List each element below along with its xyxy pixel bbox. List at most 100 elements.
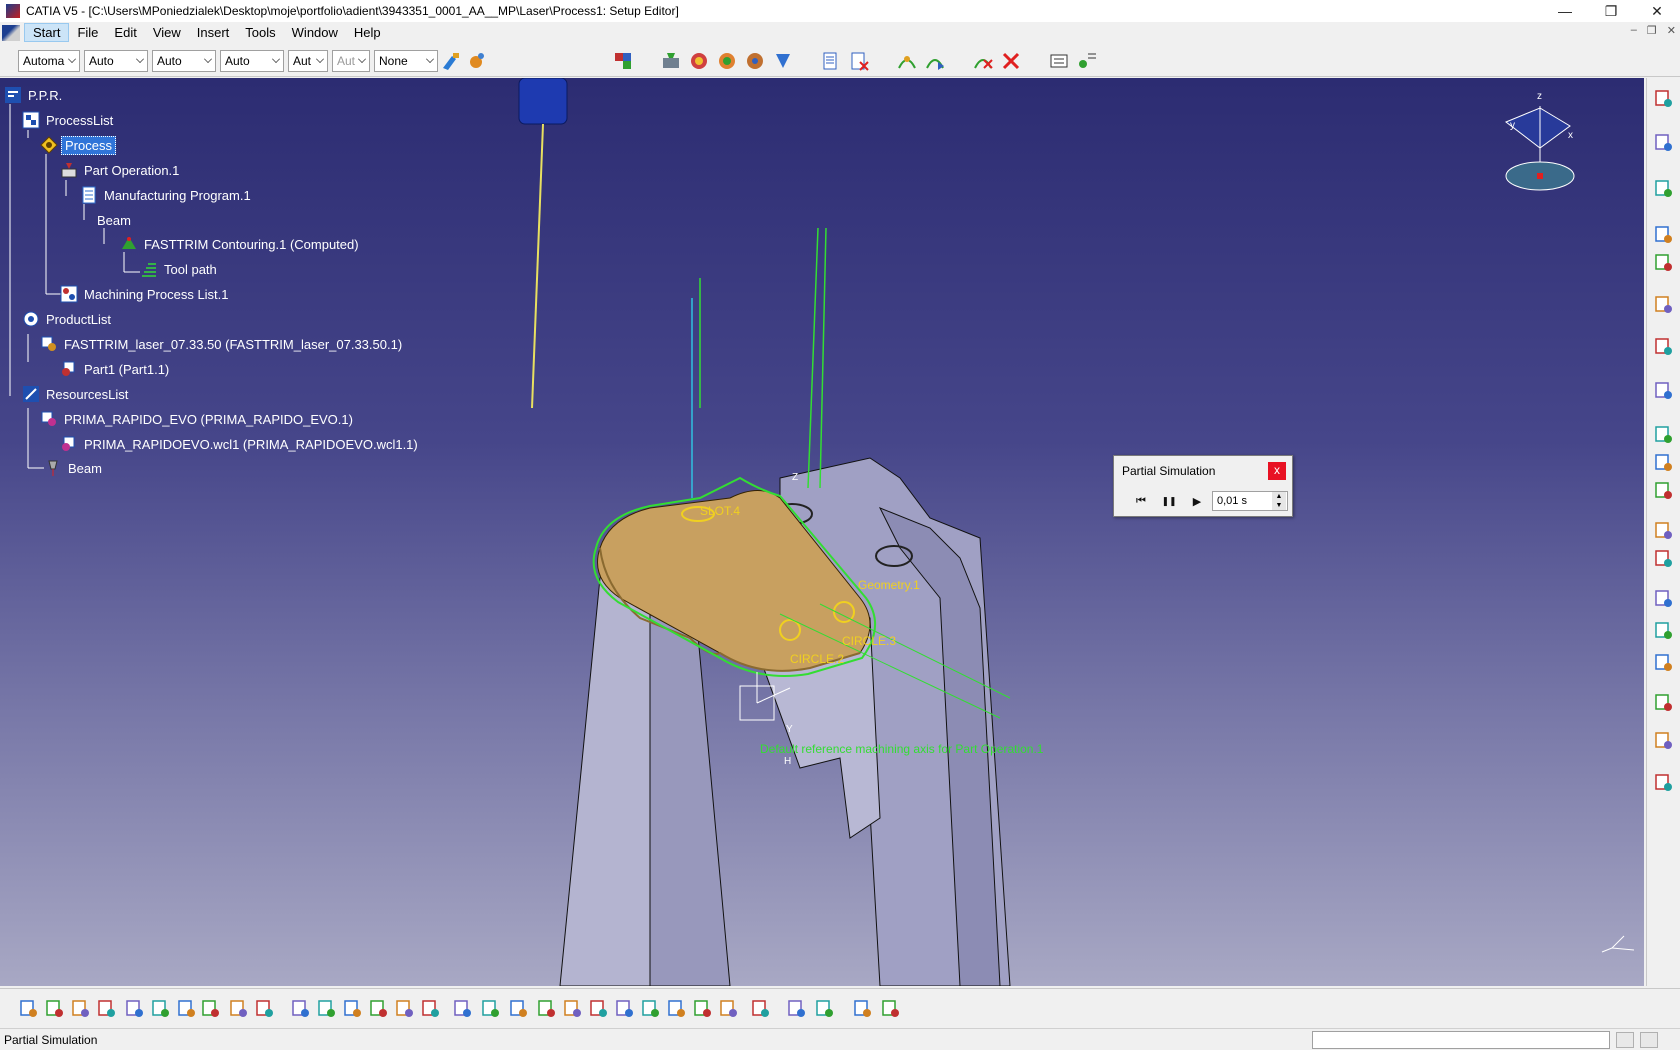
new-icon[interactable] xyxy=(18,998,40,1020)
point-type-combo[interactable]: Aut xyxy=(288,50,328,72)
ops-icon[interactable] xyxy=(1653,224,1675,246)
save-icon[interactable] xyxy=(70,998,92,1020)
tree-node-processlist[interactable]: ProcessList xyxy=(22,110,116,130)
tree-node-prima-rapido-evo[interactable]: PRIMA_RAPIDO_EVO (PRIMA_RAPIDO_EVO.1) xyxy=(40,409,356,429)
lock-icon[interactable] xyxy=(394,998,416,1020)
remove-tool-path-icon[interactable] xyxy=(972,50,994,72)
minimize-button[interactable]: — xyxy=(1542,0,1588,22)
tree-node-manufacturing-program[interactable]: Manufacturing Program.1 xyxy=(80,185,254,205)
partial-simulation-close-button[interactable]: x xyxy=(1268,462,1286,480)
menu-help[interactable]: Help xyxy=(346,24,389,41)
compare-icon[interactable] xyxy=(1653,692,1675,714)
rotate-icon[interactable] xyxy=(536,998,558,1020)
spinner-down-button[interactable]: ▼ xyxy=(1272,501,1286,510)
tool-change-icon[interactable] xyxy=(772,50,794,72)
iso-view-icon[interactable] xyxy=(666,998,688,1020)
machining-op-icon-1[interactable] xyxy=(660,50,682,72)
machining-op-icon-3[interactable] xyxy=(716,50,738,72)
tree-node-tool-path[interactable]: Tool path xyxy=(140,259,220,279)
color-combo[interactable]: Automa xyxy=(18,50,80,72)
line-thickness-combo[interactable]: Auto xyxy=(152,50,216,72)
transparency-combo[interactable]: Auto xyxy=(84,50,148,72)
mdi-minimize-button[interactable]: – xyxy=(1631,24,1637,37)
tree-node-fasttrim-contouring[interactable]: FASTTRIM Contouring.1 (Computed) xyxy=(120,234,362,254)
feature-icon[interactable] xyxy=(1653,520,1675,542)
menu-insert[interactable]: Insert xyxy=(189,24,238,41)
machining-op-icon-4[interactable] xyxy=(744,50,766,72)
transform-icon[interactable] xyxy=(1653,336,1675,358)
tool-icon[interactable] xyxy=(1653,132,1675,154)
tree-node-productlist[interactable]: ProductList xyxy=(22,309,114,329)
rendering-combo[interactable]: Aut xyxy=(332,50,370,72)
tree-node-part1[interactable]: Part1 (Part1.1) xyxy=(60,359,172,379)
whats-this-icon[interactable] xyxy=(254,998,276,1020)
menu-edit[interactable]: Edit xyxy=(106,24,144,41)
swap-icon[interactable] xyxy=(750,998,772,1020)
multi-view-icon[interactable] xyxy=(640,998,662,1020)
hide-show-icon[interactable] xyxy=(718,998,740,1020)
knowledge-icon[interactable] xyxy=(342,998,364,1020)
normal-view-icon[interactable] xyxy=(614,998,636,1020)
tree-node-machining-process-list[interactable]: Machining Process List.1 xyxy=(60,284,232,304)
3d-viewport[interactable]: SLOT.4 Geometry.1 CIRCLE.3 CIRCLE.2 Defa… xyxy=(0,78,1644,986)
paste-icon[interactable] xyxy=(176,998,198,1020)
redo-icon[interactable] xyxy=(228,998,250,1020)
program-icon[interactable] xyxy=(1653,252,1675,274)
properties-icon[interactable] xyxy=(466,50,488,72)
check-icon[interactable] xyxy=(1653,652,1675,674)
pause-button[interactable]: ❚❚ xyxy=(1158,492,1180,510)
menu-window[interactable]: Window xyxy=(284,24,346,41)
spinner-up-button[interactable]: ▲ xyxy=(1272,492,1286,501)
command-input[interactable] xyxy=(1312,1031,1610,1049)
menu-start[interactable]: Start xyxy=(24,23,70,42)
step-time-spinner[interactable]: 0,01 s ▲ ▼ xyxy=(1212,491,1288,511)
close-button[interactable]: ✕ xyxy=(1634,0,1680,22)
restore-button[interactable]: ❐ xyxy=(1588,0,1634,22)
fly-icon[interactable] xyxy=(452,998,474,1020)
menu-view[interactable]: View xyxy=(145,24,189,41)
tree-node-fasttrim-laser[interactable]: FASTTRIM_laser_07.33.50 (FASTTRIM_laser_… xyxy=(40,334,405,354)
undo-icon[interactable] xyxy=(200,998,222,1020)
copy-icon[interactable] xyxy=(150,998,172,1020)
play-button[interactable]: ▶ xyxy=(1186,492,1208,510)
select-icon[interactable] xyxy=(1653,178,1675,200)
tree-node-part-operation[interactable]: Part Operation.1 xyxy=(60,160,182,180)
catia-logo-icon[interactable] xyxy=(2,24,20,41)
menu-tools[interactable]: Tools xyxy=(237,24,283,41)
chart-icon[interactable] xyxy=(1653,548,1675,570)
zoom-in-icon[interactable] xyxy=(562,998,584,1020)
tree-node-process[interactable]: Process xyxy=(40,135,116,155)
formula-icon[interactable] xyxy=(290,998,312,1020)
mdi-close-button[interactable]: ✕ xyxy=(1667,24,1676,37)
painter-icon[interactable] xyxy=(440,50,462,72)
param-icon[interactable] xyxy=(420,998,442,1020)
machining-op-icon-2[interactable] xyxy=(688,50,710,72)
tree-node-prima-rapidoevo-wcl[interactable]: PRIMA_RAPIDOEVO.wcl1 (PRIMA_RAPIDOEVO.wc… xyxy=(60,434,421,454)
resource-icon[interactable] xyxy=(880,998,902,1020)
catalog-icon[interactable] xyxy=(852,998,874,1020)
status-button-1[interactable] xyxy=(1616,1032,1634,1048)
tree-node-resourceslist[interactable]: ResourcesList xyxy=(22,384,131,404)
shading-icon[interactable] xyxy=(692,998,714,1020)
cut-icon[interactable] xyxy=(124,998,146,1020)
replay-tool-path-icon[interactable] xyxy=(924,50,946,72)
tree-node-beam-2[interactable]: Beam xyxy=(44,458,105,478)
comment-icon[interactable] xyxy=(316,998,338,1020)
nc-output-icon[interactable] xyxy=(820,50,842,72)
sim-icon[interactable] xyxy=(814,998,836,1020)
line-type-combo[interactable]: Auto xyxy=(220,50,284,72)
output-icon[interactable] xyxy=(1653,730,1675,752)
user2-icon[interactable] xyxy=(1653,452,1675,474)
line-icon[interactable] xyxy=(1653,588,1675,610)
mdi-restore-button[interactable]: ❐ xyxy=(1647,24,1657,37)
status-button-2[interactable] xyxy=(1640,1032,1658,1048)
user1-icon[interactable] xyxy=(1653,424,1675,446)
pan-icon[interactable] xyxy=(508,998,530,1020)
compass[interactable]: z y x xyxy=(1496,86,1576,206)
tree-node-beam-1[interactable]: Beam xyxy=(94,210,134,230)
fit-all-icon[interactable] xyxy=(480,998,502,1020)
open-icon[interactable] xyxy=(44,998,66,1020)
zoom-out-icon[interactable] xyxy=(588,998,610,1020)
print-icon[interactable] xyxy=(96,998,118,1020)
table2-icon[interactable] xyxy=(1653,772,1675,794)
